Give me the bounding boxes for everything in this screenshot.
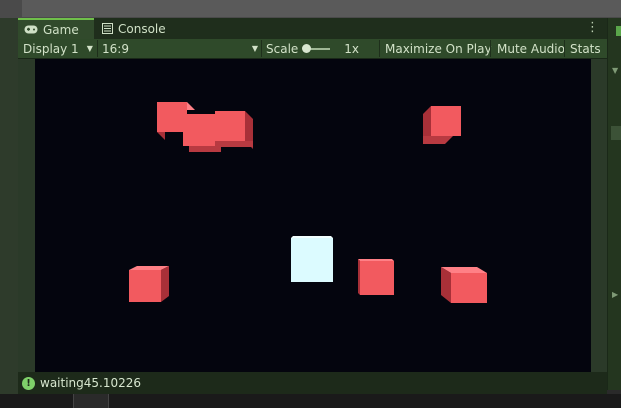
panel-tab-marker [616, 26, 621, 36]
mute-audio-toggle[interactable]: Mute Audio [497, 39, 565, 58]
more-options-icon[interactable]: ⋮ [586, 20, 599, 35]
scale-label: Scale [266, 41, 299, 56]
tab-console-label: Console [118, 21, 166, 36]
bottom-panel-tab [73, 394, 109, 408]
maximize-on-play-label: Maximize On Play [385, 41, 492, 56]
mute-audio-label: Mute Audio [497, 41, 565, 56]
scale-slider[interactable] [302, 43, 331, 53]
scale-control: Scale 1x [266, 39, 359, 58]
tab-game-label: Game [43, 22, 79, 37]
display-dropdown[interactable]: Display 1 ▼ [23, 39, 93, 58]
tab-console[interactable]: Console [100, 18, 166, 39]
chevron-down-icon[interactable]: ▼ [612, 66, 618, 75]
window-top-strip [0, 0, 621, 18]
console-list-icon [102, 23, 113, 34]
inspector-panel-edge: ▼ ▶ [607, 18, 621, 390]
stats-label: Stats [570, 41, 601, 56]
panel-scroll-handle[interactable] [611, 126, 621, 140]
red-cube [423, 106, 461, 144]
bottom-strip [0, 394, 621, 408]
toolbar-divider [564, 40, 565, 57]
tab-game[interactable]: Game [18, 18, 94, 39]
chevron-right-icon[interactable]: ▶ [612, 290, 618, 299]
game-view-tabbar: Game Console ⋮ [18, 18, 607, 39]
toolbar-divider [261, 40, 262, 57]
red-cube [129, 266, 169, 302]
red-cube [215, 111, 253, 149]
scene-background-strip [22, 0, 621, 17]
scale-value: 1x [344, 41, 360, 56]
status-bar: ! waiting45.10226 [18, 372, 607, 394]
toolbar-divider [490, 40, 491, 57]
chevron-down-icon: ▼ [251, 44, 258, 53]
toolbar-divider [97, 40, 98, 57]
viewport-right-padding [591, 59, 607, 372]
gamepad-icon [24, 25, 38, 34]
scale-slider-handle[interactable] [302, 43, 312, 53]
red-cube [441, 267, 487, 303]
game-view-toolbar: Display 1 ▼ 16:9 ▼ Scale 1x Maximize On … [18, 39, 607, 59]
status-message[interactable]: waiting45.10226 [40, 376, 141, 390]
maximize-on-play-toggle[interactable]: Maximize On Play [385, 39, 492, 58]
aspect-ratio-value: 16:9 [102, 41, 129, 56]
display-value: Display 1 [23, 41, 79, 56]
white-cube [291, 236, 333, 282]
toolbar-divider [379, 40, 380, 57]
info-icon: ! [22, 376, 35, 390]
left-gutter [0, 18, 18, 408]
game-viewport[interactable] [35, 59, 591, 372]
chevron-down-icon: ▼ [86, 44, 93, 53]
stats-toggle[interactable]: Stats [570, 39, 601, 58]
aspect-ratio-dropdown[interactable]: 16:9 ▼ [102, 39, 258, 58]
red-cube [358, 259, 394, 295]
